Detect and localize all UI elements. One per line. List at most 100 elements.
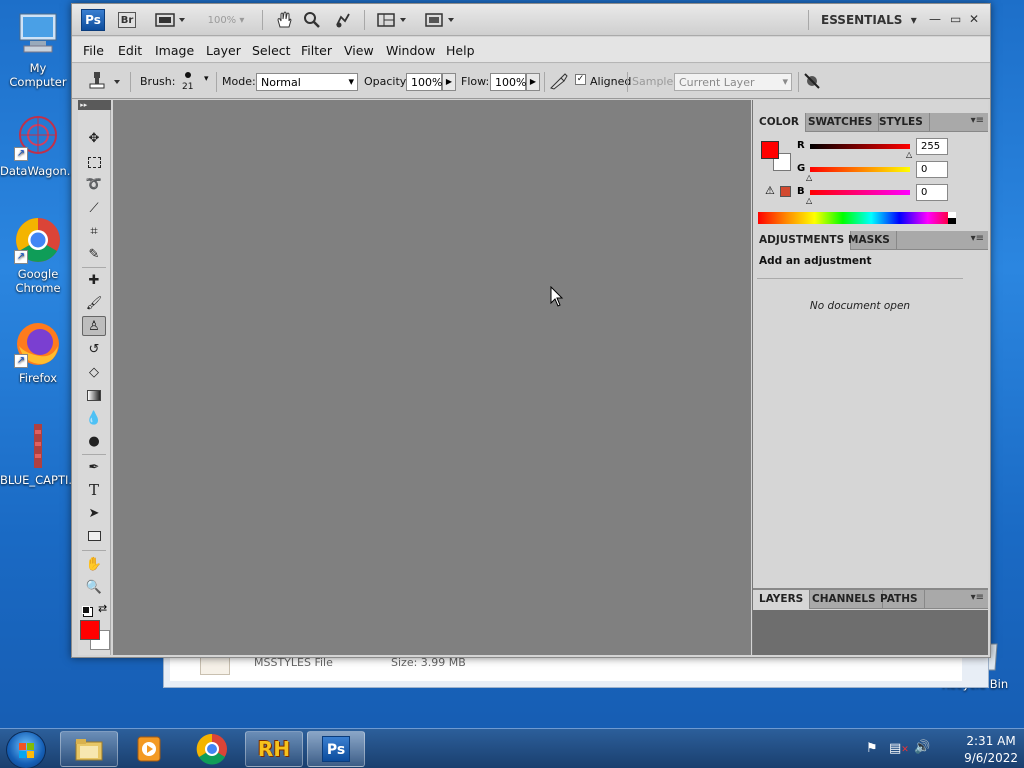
taskbar-rh[interactable]: RH — [245, 731, 303, 767]
hand-tool-button[interactable] — [272, 10, 296, 30]
desktop-icon-my-computer[interactable]: My Computer — [0, 10, 76, 89]
toolbox-collapse-bar[interactable]: ▸▸ — [78, 100, 111, 110]
zoom-level-field[interactable]: 100% ▾ — [200, 10, 252, 30]
desktop-icon-datawagon[interactable]: ↗ DataWagon... — [0, 113, 78, 178]
panel-menu-icon[interactable]: ▾≡ — [971, 115, 984, 126]
screen-mode-button[interactable] — [422, 10, 460, 30]
color-ramp-black-white[interactable] — [948, 212, 956, 224]
tab-styles[interactable]: STYLES — [873, 113, 930, 132]
airbrush-toggle[interactable] — [549, 72, 569, 93]
hand-tool[interactable]: ✋ — [82, 554, 106, 574]
taskbar-media-player[interactable] — [120, 731, 178, 767]
tray-volume-icon[interactable]: 🔊 — [914, 740, 930, 755]
zoom-tool-button[interactable] — [300, 10, 324, 30]
menu-image[interactable]: Image — [155, 43, 194, 58]
b-slider-thumb[interactable]: △ — [806, 196, 812, 205]
ignore-adjustment-layers-button[interactable] — [803, 72, 821, 93]
taskbar-photoshop[interactable]: Ps — [307, 731, 365, 767]
menu-help[interactable]: Help — [446, 43, 475, 58]
tray-clock[interactable]: 2:31 AM 9/6/2022 — [964, 732, 1018, 765]
desktop-icon-label: Firefox — [18, 371, 58, 385]
panel-menu-icon[interactable]: ▾≡ — [971, 233, 984, 244]
lasso-tool[interactable]: ➰ — [82, 174, 106, 194]
arrange-documents-button[interactable] — [374, 10, 412, 30]
flow-slider-button[interactable]: ▶ — [526, 73, 540, 91]
taskbar-explorer[interactable] — [60, 731, 118, 767]
dodge-tool[interactable]: ● — [82, 431, 106, 451]
tab-paths[interactable]: PATHS — [874, 590, 925, 609]
start-button[interactable] — [6, 731, 46, 768]
tool-preset-picker[interactable] — [86, 70, 122, 95]
color-ramp[interactable] — [758, 212, 956, 224]
tab-masks[interactable]: MASKS — [842, 231, 897, 250]
tab-layers[interactable]: LAYERS — [753, 590, 811, 609]
photoshop-window[interactable]: Ps Br 100% ▾ ESSENTIALS ▾ — ▭ ✕ File Edi… — [71, 3, 991, 658]
canvas-area[interactable] — [113, 100, 751, 655]
menu-filter[interactable]: Filter — [301, 43, 332, 58]
eyedropper-tool[interactable]: ✎ — [82, 244, 106, 264]
foreground-color-swatch[interactable] — [80, 620, 100, 640]
desktop-icon-google-chrome[interactable]: ↗ Google Chrome — [0, 216, 76, 295]
brush-tool[interactable]: 🖌 — [82, 293, 106, 313]
taskbar-chrome[interactable] — [183, 731, 241, 767]
magic-wand-tool[interactable]: ⟋ — [82, 198, 106, 218]
type-tool[interactable]: T — [82, 480, 106, 500]
foreground-color-swatch[interactable] — [761, 141, 779, 159]
b-value-input[interactable]: 0 — [916, 184, 948, 201]
crop-tool[interactable]: ⌗ — [82, 221, 106, 241]
eraser-tool[interactable]: ◇ — [82, 362, 106, 382]
blur-tool[interactable]: 💧 — [82, 408, 106, 428]
opacity-slider-button[interactable]: ▶ — [442, 73, 456, 91]
history-brush-tool[interactable]: ↺ — [82, 339, 106, 359]
bridge-button[interactable]: Br — [118, 12, 136, 28]
gamut-color-swatch[interactable] — [780, 186, 791, 197]
gradient-tool[interactable] — [82, 385, 106, 405]
r-slider-thumb[interactable]: △ — [906, 150, 912, 159]
menu-edit[interactable]: Edit — [118, 43, 142, 58]
menu-view[interactable]: View — [344, 43, 374, 58]
close-button[interactable]: ✕ — [969, 12, 979, 26]
tray-network-icon[interactable]: ▤✕ — [889, 741, 909, 756]
panel-menu-icon[interactable]: ▾≡ — [971, 592, 984, 603]
swap-colors-icon[interactable]: ⇄ — [98, 602, 107, 615]
arrow-icon: ➤ — [88, 505, 100, 521]
r-value-input[interactable]: 255 — [916, 138, 948, 155]
aligned-checkbox[interactable]: ✓ — [575, 74, 586, 85]
g-slider-thumb[interactable]: △ — [806, 173, 812, 182]
tab-adjustments[interactable]: ADJUSTMENTS — [753, 231, 852, 250]
workspace-switcher[interactable]: ESSENTIALS ▾ — [821, 13, 917, 27]
shape-tool[interactable] — [82, 526, 106, 546]
healing-brush-tool[interactable]: ✚ — [82, 270, 106, 290]
minimize-button[interactable]: — — [929, 12, 941, 26]
menu-window[interactable]: Window — [386, 43, 435, 58]
desktop-icon-firefox[interactable]: ↗ Firefox — [0, 320, 76, 385]
b-label: B — [797, 186, 805, 197]
b-slider[interactable] — [810, 190, 910, 195]
sample-select[interactable]: Current Layer ▾ — [674, 73, 792, 91]
mode-select[interactable]: Normal ▾ — [256, 73, 358, 91]
path-selection-tool[interactable]: ➤ — [82, 503, 106, 523]
view-extras-button[interactable] — [152, 10, 190, 30]
maximize-button[interactable]: ▭ — [950, 12, 961, 26]
marquee-tool[interactable] — [82, 152, 106, 172]
opacity-input[interactable]: 100% — [406, 73, 442, 91]
tab-swatches[interactable]: SWATCHES — [802, 113, 880, 132]
default-colors-icon[interactable] — [82, 606, 90, 614]
flow-input[interactable]: 100% — [490, 73, 526, 91]
brush-picker[interactable]: 21 ▾ — [178, 68, 214, 94]
g-slider[interactable] — [810, 167, 910, 172]
zoom-tool[interactable]: 🔍 — [82, 577, 106, 597]
tray-action-center-icon[interactable]: ⚑ — [866, 741, 878, 756]
move-tool[interactable]: ✥ — [82, 128, 106, 148]
clone-stamp-tool[interactable]: ♙ — [82, 316, 106, 336]
menu-layer[interactable]: Layer — [206, 43, 241, 58]
tab-channels[interactable]: CHANNELS — [806, 590, 883, 609]
rotate-view-button[interactable] — [330, 10, 354, 30]
tab-color[interactable]: COLOR — [753, 113, 806, 132]
menu-select[interactable]: Select — [252, 43, 291, 58]
desktop-icon-blue-capti[interactable]: BLUE_CAPTI... — [0, 422, 79, 487]
g-value-input[interactable]: 0 — [916, 161, 948, 178]
pen-tool[interactable]: ✒ — [82, 457, 106, 477]
r-slider[interactable] — [810, 144, 910, 149]
menu-file[interactable]: File — [83, 43, 104, 58]
